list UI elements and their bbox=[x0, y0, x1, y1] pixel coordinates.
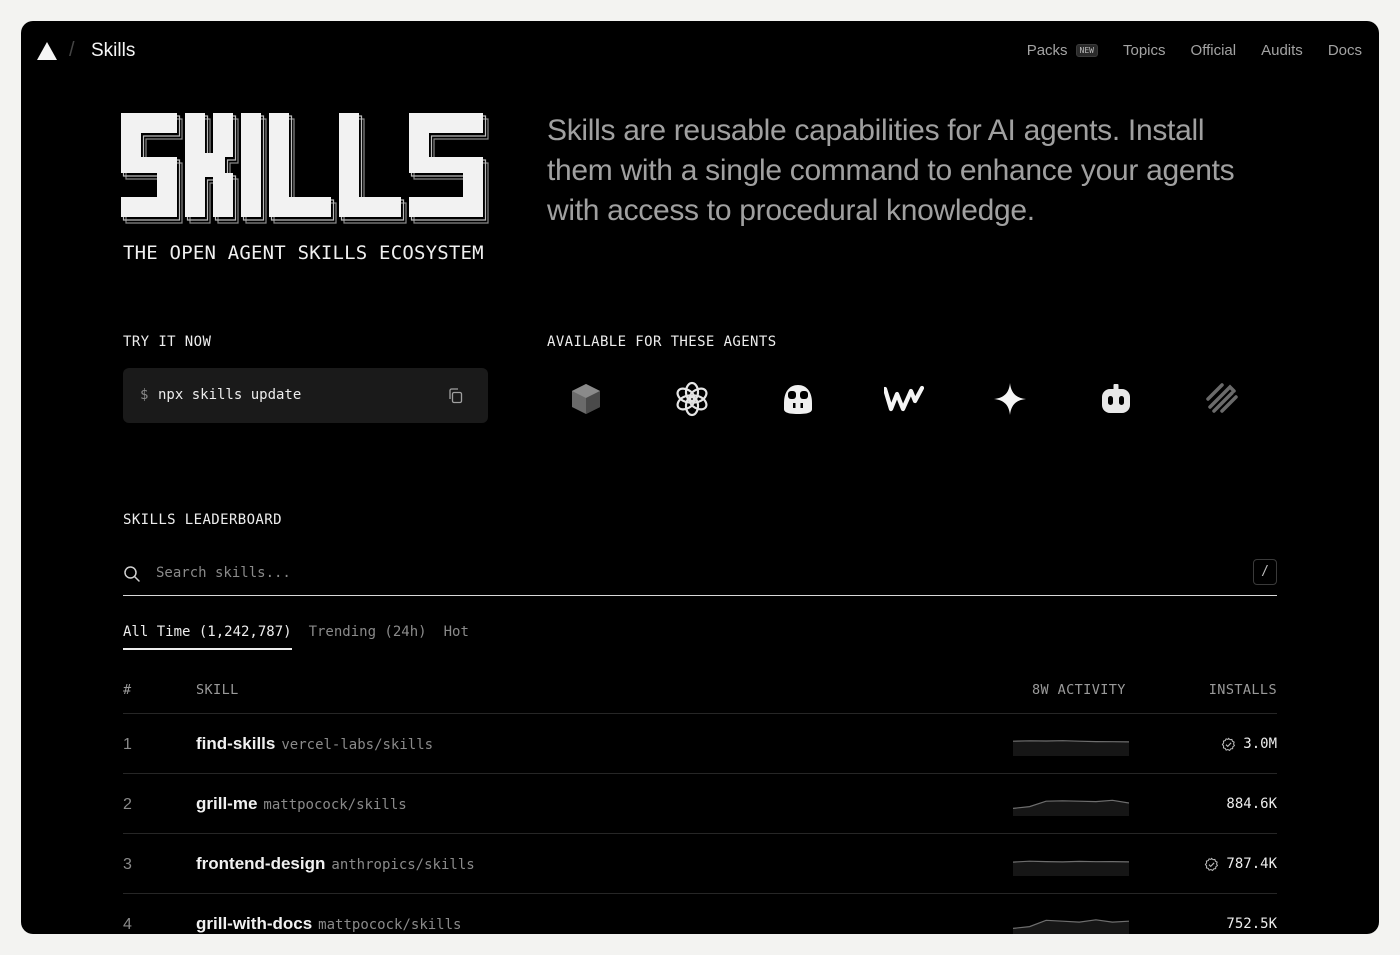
skill-repo: mattpocock/skills bbox=[263, 797, 407, 813]
table-row[interactable]: 1 find-skills vercel-labs/skills 3.0M bbox=[123, 714, 1277, 774]
column-rank: # bbox=[123, 682, 132, 698]
sparkline-area bbox=[1013, 740, 1129, 756]
skill-name[interactable]: find-skills vercel-labs/skills bbox=[196, 734, 433, 754]
agents-label: AVAILABLE FOR THESE AGENTS bbox=[547, 334, 777, 350]
skill-name[interactable]: frontend-design anthropics/skills bbox=[196, 854, 475, 874]
activity-sparkline bbox=[1013, 919, 1129, 934]
nav-link-label: Packs bbox=[1026, 42, 1068, 59]
column-skill: SKILL bbox=[196, 682, 239, 698]
nav-link-label: Docs bbox=[1327, 42, 1362, 59]
activity-sparkline bbox=[1013, 799, 1129, 816]
row-rank: 1 bbox=[123, 736, 132, 753]
command-text: npx skills update bbox=[158, 387, 302, 403]
openai-icon[interactable] bbox=[672, 379, 712, 419]
tab-all-time[interactable]: All Time (1,242,787) bbox=[123, 624, 292, 650]
search-icon bbox=[124, 566, 140, 582]
skill-name-text: grill-me bbox=[196, 794, 258, 813]
hero-subtitle: THE OPEN AGENT SKILLS ECOSYSTEM bbox=[123, 242, 484, 264]
verified-badge-icon bbox=[1222, 737, 1236, 751]
breadcrumb-separator: / bbox=[69, 39, 75, 61]
browser-window: / Skills Packs NEW Topics Official Audit… bbox=[21, 21, 1379, 934]
skill-repo: vercel-labs/skills bbox=[281, 737, 434, 753]
install-count: 3.0M bbox=[1221, 736, 1277, 752]
table-header: # SKILL 8W ACTIVITY INSTALLS bbox=[123, 681, 1277, 714]
sparkline-area bbox=[1013, 861, 1129, 876]
try-it-label: TRY IT NOW bbox=[123, 334, 212, 350]
install-count-text: 3.0M bbox=[1243, 736, 1277, 752]
table-row[interactable]: 2 grill-me mattpocock/skills 884.6K bbox=[123, 774, 1277, 834]
tab-hot[interactable]: Hot bbox=[444, 624, 469, 650]
vercel-triangle-icon[interactable] bbox=[37, 42, 57, 60]
install-count-text: 752.5K bbox=[1226, 916, 1277, 932]
leaderboard-tabs: All Time (1,242,787) Trending (24h) Hot bbox=[123, 624, 469, 650]
install-count: 884.6K bbox=[1226, 796, 1277, 812]
skill-name[interactable]: grill-me mattpocock/skills bbox=[196, 794, 407, 814]
hero-description: Skills are reusable capabilities for AI … bbox=[547, 114, 1235, 227]
nav-link-packs[interactable]: Packs NEW bbox=[1027, 42, 1098, 59]
nav-link-audits[interactable]: Audits bbox=[1261, 42, 1303, 59]
column-installs: INSTALLS bbox=[1208, 682, 1277, 698]
nav-links: Packs NEW Topics Official Audits Docs bbox=[1027, 42, 1362, 59]
install-count-text: 884.6K bbox=[1226, 796, 1277, 812]
robot-agent-icon[interactable] bbox=[1096, 379, 1136, 419]
install-command-box[interactable]: $ npx skills update bbox=[123, 368, 488, 423]
new-badge: NEW bbox=[1075, 44, 1098, 57]
install-count-text: 787.4K bbox=[1226, 856, 1277, 872]
table-row[interactable]: 4 grill-with-docs mattpocock/skills 752.5… bbox=[123, 894, 1277, 934]
skill-name[interactable]: grill-with-docs mattpocock/skills bbox=[196, 914, 461, 934]
row-rank: 2 bbox=[123, 796, 132, 813]
nav-link-label: Topics bbox=[1123, 42, 1166, 59]
skill-repo: mattpocock/skills bbox=[318, 917, 462, 933]
skill-name-text: grill-with-docs bbox=[196, 914, 313, 933]
install-count: 752.5K bbox=[1226, 916, 1277, 932]
gemini-sparkle-icon[interactable] bbox=[990, 379, 1030, 419]
windsurf-icon[interactable] bbox=[884, 379, 924, 419]
leaderboard-label: SKILLS LEADERBOARD bbox=[123, 512, 282, 528]
cube-agent-icon[interactable] bbox=[566, 379, 606, 419]
activity-sparkline bbox=[1013, 860, 1129, 876]
search-input[interactable] bbox=[156, 561, 1206, 585]
sparkline-area bbox=[1013, 800, 1129, 816]
nav-link-docs[interactable]: Docs bbox=[1328, 42, 1362, 59]
skill-repo: anthropics/skills bbox=[331, 857, 475, 873]
search-shortcut-key: / bbox=[1253, 559, 1277, 585]
skill-name-text: frontend-design bbox=[196, 854, 326, 873]
column-activity: 8W ACTIVITY bbox=[1032, 682, 1126, 698]
nav-link-topics[interactable]: Topics bbox=[1123, 42, 1166, 59]
top-nav: / Skills Packs NEW Topics Official Audit… bbox=[21, 21, 1379, 81]
nav-link-label: Audits bbox=[1261, 42, 1303, 59]
verified-badge-icon bbox=[1205, 857, 1219, 871]
skill-name-text: find-skills bbox=[196, 734, 276, 753]
copy-icon[interactable] bbox=[447, 387, 465, 405]
table-row[interactable]: 3 frontend-design anthropics/skills 787.4… bbox=[123, 834, 1277, 894]
copilot-icon[interactable] bbox=[778, 379, 818, 419]
stripes-agent-icon[interactable] bbox=[1202, 379, 1242, 419]
row-rank: 4 bbox=[123, 916, 132, 933]
search-bar: / bbox=[123, 556, 1277, 596]
row-rank: 3 bbox=[123, 856, 132, 873]
tab-trending[interactable]: Trending (24h) bbox=[309, 624, 427, 650]
activity-sparkline bbox=[1013, 740, 1129, 756]
nav-link-label: Official bbox=[1190, 42, 1237, 59]
skills-wordmark-logo bbox=[121, 113, 489, 224]
breadcrumb-title[interactable]: Skills bbox=[91, 40, 135, 62]
install-count: 787.4K bbox=[1204, 856, 1277, 872]
command-prompt: $ bbox=[140, 387, 149, 403]
nav-link-official[interactable]: Official bbox=[1191, 42, 1237, 59]
